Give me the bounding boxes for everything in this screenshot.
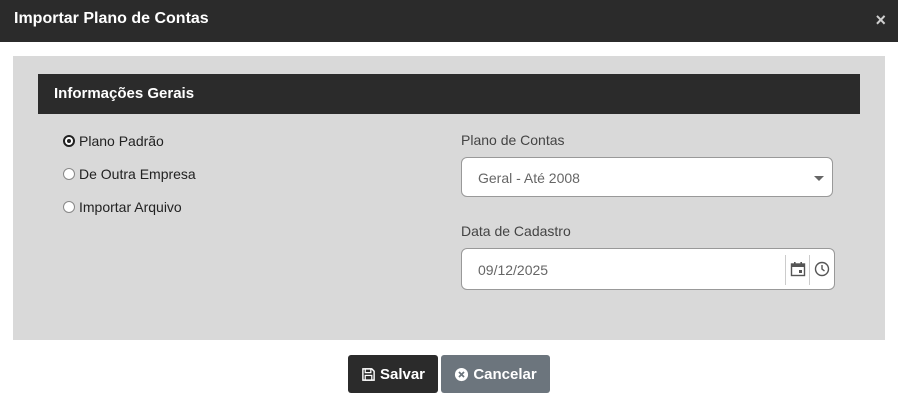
dialog-titlebar: Importar Plano de Contas ×	[0, 0, 898, 42]
radio-checked-icon[interactable]	[63, 135, 75, 147]
cancel-label: Cancelar	[473, 365, 537, 383]
radio-label: De Outra Empresa	[79, 166, 196, 182]
radio-unchecked-icon[interactable]	[63, 201, 75, 213]
radio-plano-padrao[interactable]: Plano Padrão	[63, 132, 164, 150]
chevron-down-icon[interactable]	[814, 176, 824, 181]
section-header: Informações Gerais	[38, 74, 860, 114]
save-icon	[362, 367, 375, 381]
plano-label: Plano de Contas	[461, 132, 565, 148]
clock-icon[interactable]	[814, 261, 830, 277]
cancel-button[interactable]: Cancelar	[441, 355, 550, 393]
data-cadastro-value: 09/12/2025	[478, 262, 549, 278]
close-icon[interactable]: ×	[875, 10, 886, 31]
radio-label: Plano Padrão	[79, 133, 164, 149]
cancel-icon	[455, 367, 469, 381]
divider	[809, 255, 810, 285]
save-label: Salvar	[379, 365, 426, 383]
calendar-icon[interactable]	[790, 261, 806, 277]
save-button[interactable]: Salvar	[348, 355, 438, 393]
data-cadastro-label: Data de Cadastro	[461, 223, 571, 239]
radio-importar-arquivo[interactable]: Importar Arquivo	[63, 198, 182, 216]
divider	[785, 255, 786, 285]
form-panel: Informações Gerais Plano Padrão De Outra…	[13, 56, 885, 340]
plano-select-value: Geral - Até 2008	[478, 170, 580, 186]
data-cadastro-input[interactable]: 09/12/2025	[461, 248, 835, 290]
section-title: Informações Gerais	[54, 85, 195, 102]
radio-label: Importar Arquivo	[79, 199, 182, 215]
dialog-title: Importar Plano de Contas	[14, 10, 209, 27]
plano-select[interactable]: Geral - Até 2008	[461, 157, 833, 197]
radio-unchecked-icon[interactable]	[63, 168, 75, 180]
radio-outra-empresa[interactable]: De Outra Empresa	[63, 165, 196, 183]
